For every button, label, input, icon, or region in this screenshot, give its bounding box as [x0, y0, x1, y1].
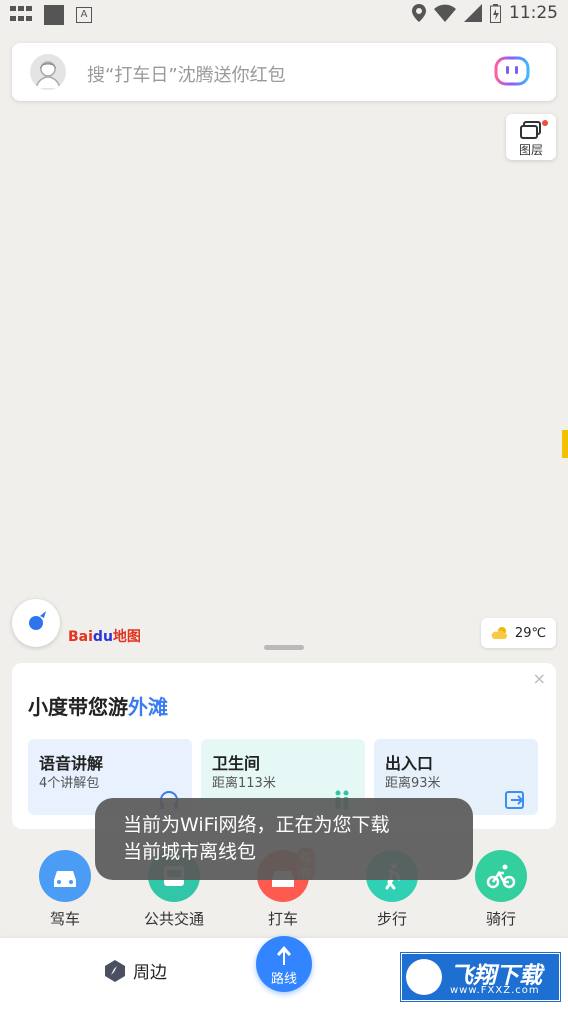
status-time: 11:25 [509, 3, 558, 23]
location-icon [412, 4, 426, 22]
compass-icon [29, 611, 46, 630]
search-bar[interactable]: 搜“打车日”沈腾送你红包 [12, 43, 556, 101]
guide-title-prefix: 小度带您游 [28, 695, 128, 719]
weather-badge[interactable]: 29℃ [481, 618, 556, 648]
layer-label: 图层 [518, 143, 543, 157]
status-bar: A 11:25 [0, 0, 568, 30]
signal-icon [464, 4, 482, 22]
layer-button[interactable]: 图层 [506, 114, 556, 160]
status-right: 11:25 [412, 3, 558, 23]
toast-message: 当前为WiFi网络，正在为您下载 当前城市离线包 [95, 798, 473, 880]
tile-subtitle: 距离93米 [385, 776, 441, 791]
square-icon [44, 5, 64, 25]
nearby-label: 周边 [133, 963, 167, 983]
wifi-icon [434, 4, 456, 22]
status-left-icons: A [10, 5, 92, 25]
nearby-button[interactable]: 周边 [103, 958, 167, 983]
transport-label: 骑行 [485, 910, 516, 928]
bird-logo-icon [406, 959, 442, 995]
brand-suffix: 地图 [112, 629, 141, 645]
transport-label: 打车 [267, 910, 298, 928]
grid-icon [10, 6, 32, 24]
layers-icon [520, 121, 541, 139]
bike-icon [475, 850, 527, 902]
transport-label: 公共交通 [143, 910, 204, 928]
transport-label: 步行 [376, 910, 407, 928]
weather-temp: 29℃ [514, 625, 547, 641]
toast-line-2: 当前城市离线包 [123, 841, 257, 863]
tile-title: 出入口 [385, 754, 434, 773]
map-edge-marker [562, 430, 568, 458]
a-icon: A [76, 7, 92, 23]
close-icon[interactable]: × [533, 669, 546, 688]
exit-icon [505, 791, 524, 809]
tile-title: 卫生间 [212, 754, 261, 773]
battery-icon [490, 3, 501, 23]
arrow-up-icon [277, 946, 291, 965]
locate-button[interactable] [12, 599, 60, 647]
toast-line-1: 当前为WiFi网络，正在为您下载 [123, 814, 390, 836]
tile-subtitle: 4个讲解包 [39, 776, 100, 791]
compass-nav-icon [105, 959, 125, 982]
transport-label: 驾车 [49, 910, 80, 928]
guide-title-place[interactable]: 外滩 [128, 695, 168, 719]
watermark-logo: 飞翔下载 www.FXXZ.com [401, 953, 560, 1001]
car-icon [39, 850, 91, 902]
drag-handle[interactable] [264, 645, 304, 650]
guide-title: 小度带您游外滩 [28, 691, 168, 720]
tile-subtitle: 距离113米 [212, 776, 276, 791]
watermark-url: www.FXXZ.com [450, 985, 540, 996]
brand-paw: du [92, 629, 113, 645]
avatar[interactable] [30, 54, 66, 90]
route-label: 路线 [270, 972, 297, 987]
search-input[interactable]: 搜“打车日”沈腾送你红包 [87, 61, 286, 87]
route-button[interactable]: 路线 [256, 936, 312, 992]
cloud-sun-icon [491, 627, 507, 639]
baidu-logo: Baidu地图 [68, 626, 141, 646]
notification-dot [542, 120, 548, 126]
robot-icon[interactable] [494, 56, 530, 86]
brand-text: Bai [68, 629, 93, 645]
tile-title: 语音讲解 [39, 754, 104, 773]
